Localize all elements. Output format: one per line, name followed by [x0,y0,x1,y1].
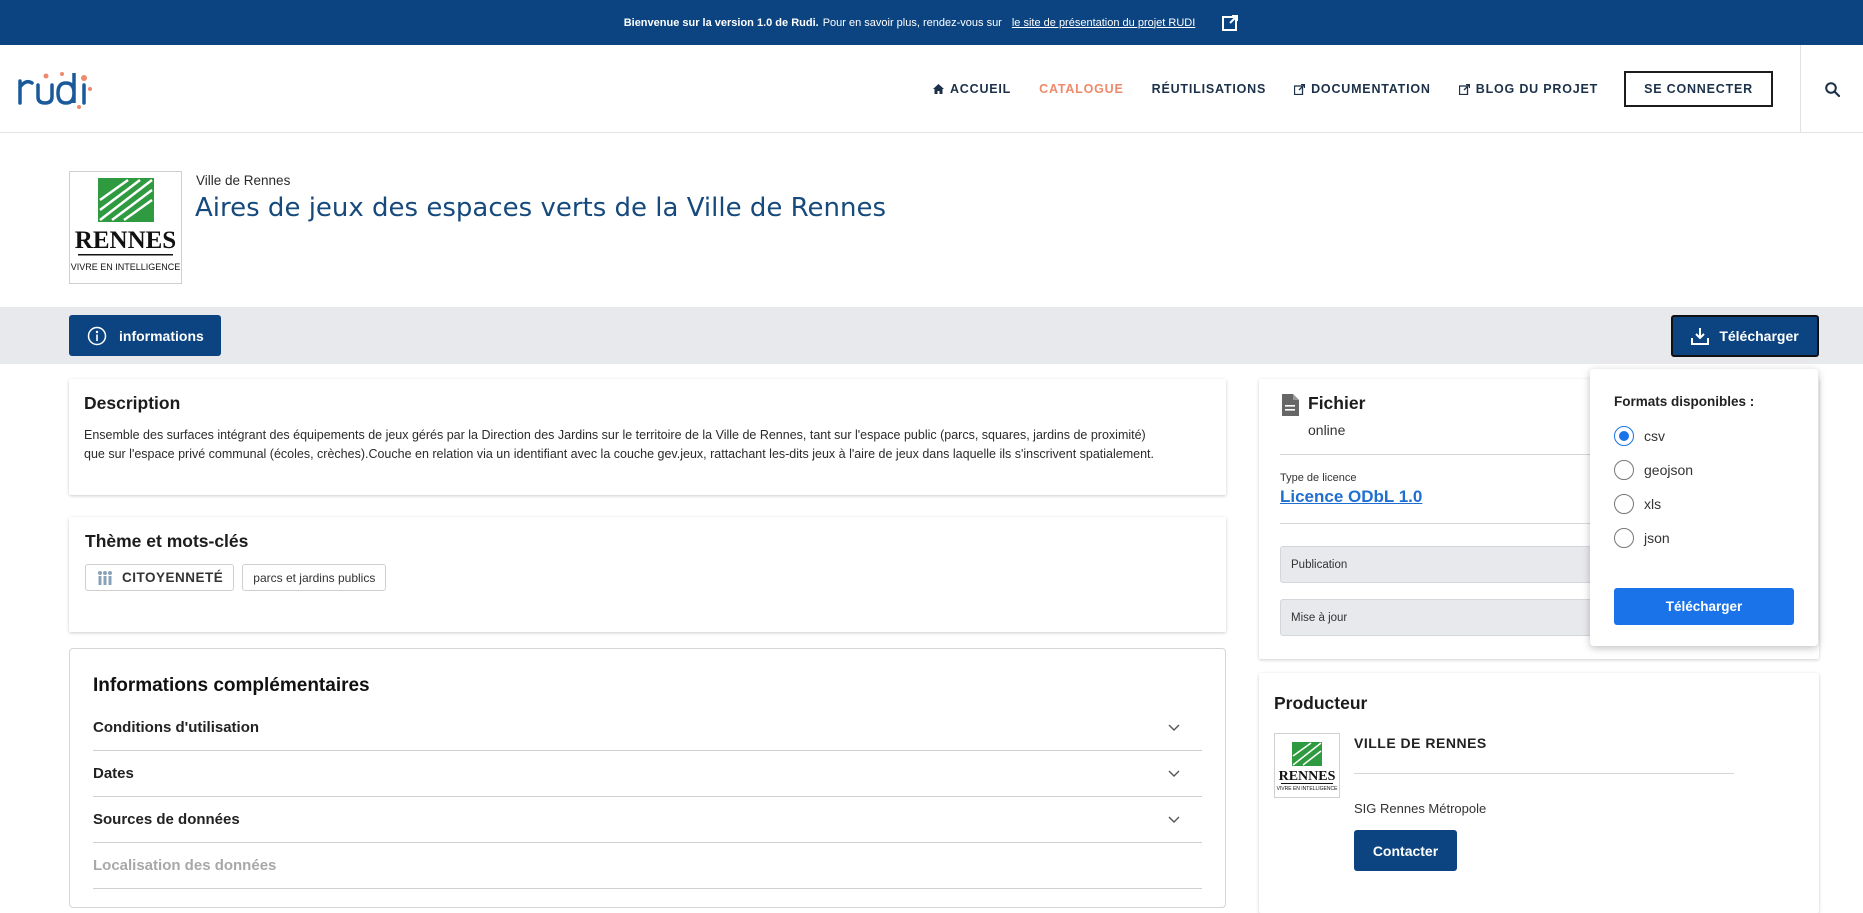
logo-subtext: VIVRE EN INTELLIGENCE [1277,786,1339,792]
radio-button[interactable] [1614,426,1634,446]
format-option-csv[interactable]: csv [1614,419,1794,453]
info-icon [87,326,107,345]
nav-item-documentation[interactable]: DOCUMENTATION [1294,82,1431,96]
logo-text: RENNES [75,227,176,254]
radio-button[interactable] [1614,494,1634,514]
external-link-icon [1458,83,1470,95]
producer-heading: Producteur [1274,693,1368,713]
file-heading: Fichier [1308,393,1366,413]
format-label: json [1644,530,1670,546]
navbar: ACCUEIL CATALOGUE RÉUTILISATIONS DOCUMEN… [0,45,1863,133]
search-button[interactable] [1800,45,1863,133]
dataset-header: RENNES VIVRE EN INTELLIGENCE Ville de Re… [0,133,1863,307]
informations-label: informations [119,327,204,344]
nav-label: BLOG DU PROJET [1475,82,1599,96]
accordion-label: Dates [93,765,134,782]
download-label: Télécharger [1719,328,1799,344]
chevron-down-icon [1168,816,1180,823]
producer-name: VILLE DE RENNES [1354,735,1487,751]
logo-subtext: VIVRE EN INTELLIGENCE [71,262,181,272]
additional-info-heading: Informations complémentaires [93,675,370,696]
accordion-conditions[interactable]: Conditions d'utilisation [93,705,1202,751]
format-label: geojson [1644,462,1694,478]
format-option-geojson[interactable]: geojson [1614,453,1794,487]
radio-button[interactable] [1614,528,1634,548]
main-menu: ACCUEIL CATALOGUE RÉUTILISATIONS DOCUMEN… [919,45,1773,133]
organization-name[interactable]: Ville de Rennes [196,173,290,188]
accordion-label: Localisation des données [93,857,277,874]
description-text: Ensemble des surfaces intégrant des équi… [84,426,1211,464]
producer-subtitle: SIG Rennes Métropole [1354,801,1487,816]
popup-download-button[interactable]: Télécharger [1614,588,1794,625]
banner-link[interactable]: le site de présentation du projet RUDI [1012,17,1195,29]
description-heading: Description [84,393,181,413]
informations-button[interactable]: informations [69,315,221,356]
tag-label: CITOYENNETÉ [122,570,224,585]
format-option-xls[interactable]: xls [1614,487,1794,521]
login-button[interactable]: SE CONNECTER [1624,71,1773,107]
theme-card: Thème et mots-clés CITOYENNETÉ parcs et … [69,517,1226,632]
file-icon [1282,394,1299,416]
nav-item-catalogue[interactable]: CATALOGUE [1039,82,1124,96]
nav-item-blog[interactable]: BLOG DU PROJET [1458,82,1599,96]
nav-label: CATALOGUE [1039,82,1124,96]
format-option-json[interactable]: json [1614,521,1794,555]
rudi-logo[interactable] [16,69,96,114]
nav-label: ACCUEIL [949,82,1012,96]
producer-logo: RENNES VIVRE EN INTELLIGENCE [1274,733,1340,798]
accordion: Conditions d'utilisation Dates Sources d… [93,705,1202,889]
rennes-logo: RENNES VIVRE EN INTELLIGENCE [69,171,182,284]
format-label: xls [1644,496,1662,512]
download-button[interactable]: Télécharger [1671,315,1819,357]
description-card: Description Ensemble des surfaces intégr… [69,379,1226,495]
format-label: csv [1644,428,1665,444]
accordion-dates[interactable]: Dates [93,751,1202,797]
accordion-label: Conditions d'utilisation [93,719,260,736]
banner-bold: Bienvenue sur la version 1.0 de Rudi. [623,16,819,29]
theme-heading: Thème et mots-clés [85,531,249,551]
format-options: csv geojson xls json [1614,419,1794,555]
citizens-icon [98,570,112,585]
accordion-sources[interactable]: Sources de données [93,797,1202,843]
download-formats-popup: Formats disponibles : csv geojson xls js… [1590,369,1818,646]
tag-list: CITOYENNETÉ parcs et jardins publics [85,564,1210,591]
nav-item-reutilisations[interactable]: RÉUTILISATIONS [1152,82,1266,96]
chevron-down-icon [1168,724,1180,731]
home-icon [932,84,944,94]
dataset-toolbar: informations Télécharger [0,307,1863,364]
page-title: Aires de jeux des espaces verts de la Vi… [195,193,887,223]
logo-text: RENNES [1279,769,1336,784]
external-link-icon [1294,83,1306,95]
contact-button[interactable]: Contacter [1354,830,1457,871]
chevron-down-icon [1168,770,1180,777]
search-icon [1824,81,1840,97]
download-icon [1691,328,1710,345]
nav-item-accueil[interactable]: ACCUEIL [932,82,1012,96]
description-line: que sur l'espace privé communal (écoles,… [84,447,1154,461]
description-line: Ensemble des surfaces intégrant des équi… [84,428,1146,442]
keyword-tag[interactable]: parcs et jardins publics [242,564,387,591]
file-status: online [1308,422,1346,438]
accordion-localisation: Localisation des données [93,843,1202,889]
nav-label: DOCUMENTATION [1311,82,1431,96]
external-link-icon[interactable] [1221,14,1239,32]
accordion-label: Sources de données [93,811,240,828]
formats-heading: Formats disponibles : [1614,394,1755,409]
additional-info-card: Informations complémentaires Conditions … [69,648,1226,908]
nav-label: RÉUTILISATIONS [1151,82,1267,96]
producer-card: Producteur RENNES VIVRE EN INTELLIGENCE … [1259,673,1819,913]
divider [1354,773,1734,774]
banner-text: Pour en savoir plus, rendez-vous sur [822,16,1002,29]
radio-button[interactable] [1614,460,1634,480]
top-banner: Bienvenue sur la version 1.0 de Rudi. Po… [0,0,1863,45]
theme-tag[interactable]: CITOYENNETÉ [85,564,235,591]
